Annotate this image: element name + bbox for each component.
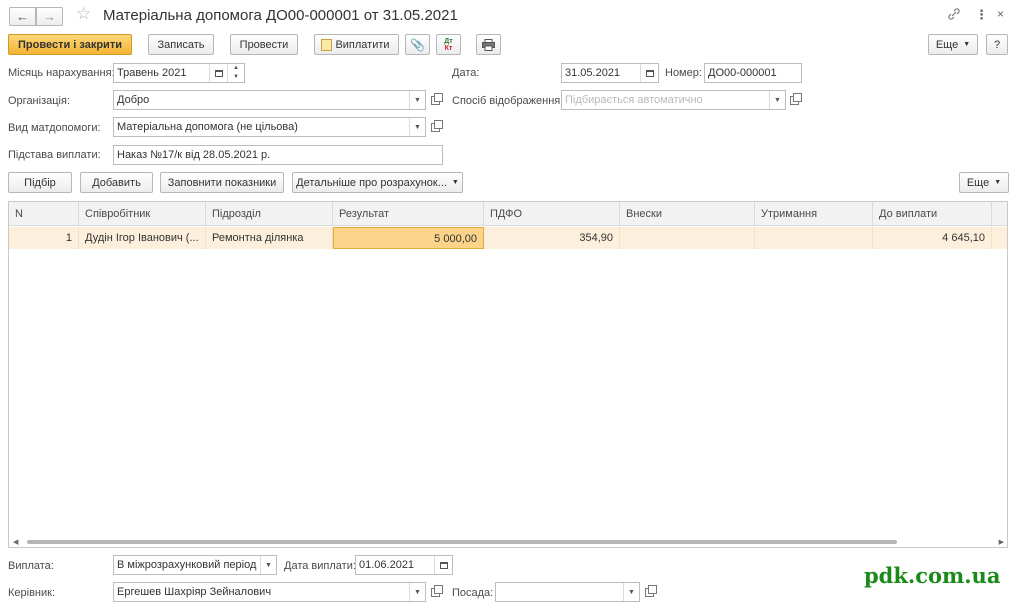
month-field[interactable]: Травень 2021 ▲ ▼: [113, 63, 245, 83]
more-vert-icon[interactable]: ⋮: [975, 7, 988, 23]
attach-button[interactable]: 📎: [405, 34, 430, 55]
fill-indicators-button[interactable]: Заповнити показники: [160, 172, 284, 193]
post-button[interactable]: Провести: [230, 34, 298, 55]
cell-department[interactable]: Ремонтна ділянка: [206, 227, 333, 249]
position-field[interactable]: ▼: [495, 582, 640, 602]
calendar-icon: [439, 561, 448, 569]
organization-label: Організація:: [8, 95, 70, 107]
payment-label: Виплата:: [8, 560, 54, 572]
calendar-button[interactable]: [209, 64, 227, 82]
paperclip-icon: 📎: [410, 37, 425, 52]
scroll-left-icon[interactable]: ◀: [13, 538, 18, 546]
chevron-down-icon: ▼: [963, 41, 971, 48]
page-title: Матеріальна допомога ДО00-000001 от 31.0…: [103, 7, 458, 24]
forward-button[interactable]: →: [36, 7, 63, 26]
column-header-employee[interactable]: Співробітник: [79, 202, 206, 226]
head-open-button[interactable]: [427, 582, 443, 602]
column-header-result[interactable]: Результат: [333, 202, 484, 226]
employees-table[interactable]: N Співробітник Підрозділ Результат ПДФО …: [8, 201, 1008, 548]
month-spinner[interactable]: ▲ ▼: [227, 64, 244, 82]
organization-open-button[interactable]: [427, 90, 443, 110]
debit-credit-button[interactable]: Дт Кт: [436, 34, 461, 55]
dropdown-arrow-icon[interactable]: ▼: [409, 583, 425, 601]
chevron-down-icon: ▼: [994, 179, 1002, 186]
dropdown-arrow-icon[interactable]: ▼: [260, 556, 276, 574]
print-button[interactable]: [476, 34, 501, 55]
cell-to-pay[interactable]: 4 645,10: [873, 227, 992, 249]
date-label: Дата:: [452, 67, 480, 79]
pay-button[interactable]: Виплатити: [314, 34, 399, 55]
organization-field[interactable]: Добро ▼: [113, 90, 426, 110]
head-field[interactable]: Ергешев Шахріяр Зейналович ▼: [113, 582, 426, 602]
number-label: Номер:: [665, 67, 702, 79]
table-row[interactable]: 1 Дудін Ігор Іванович (... Ремонтна діля…: [9, 227, 1007, 249]
chevron-down-icon: ▼: [451, 179, 459, 186]
display-mode-open-button[interactable]: [786, 90, 802, 110]
cell-deductions[interactable]: [755, 227, 873, 249]
dropdown-arrow-icon[interactable]: ▼: [623, 583, 639, 601]
column-header-to-pay[interactable]: До виплати: [873, 202, 992, 226]
display-mode-label: Спосіб відображення:: [452, 95, 564, 107]
aid-type-label: Вид матдопомоги:: [8, 122, 101, 134]
select-button[interactable]: Підбір: [8, 172, 72, 193]
cell-employee[interactable]: Дудін Ігор Іванович (...: [79, 227, 206, 249]
link-icon[interactable]: [947, 7, 961, 21]
debit-credit-icon: Дт Кт: [444, 37, 453, 52]
payment-basis-field[interactable]: Наказ №17/к від 28.05.2021 р.: [113, 145, 443, 165]
open-window-icon: [430, 119, 443, 132]
aid-type-open-button[interactable]: [427, 117, 443, 137]
scroll-right-icon[interactable]: ▶: [999, 538, 1004, 546]
open-window-icon: [430, 92, 443, 105]
open-window-icon: [430, 584, 443, 597]
cell-pdfo[interactable]: 354,90: [484, 227, 620, 249]
site-watermark: pdk.com.ua: [864, 563, 1001, 588]
column-header-department[interactable]: Підрозділ: [206, 202, 333, 226]
head-label: Керівник:: [8, 587, 56, 599]
calendar-icon: [645, 69, 654, 77]
add-button[interactable]: Добавить: [80, 172, 153, 193]
table-more-button[interactable]: Еще ▼: [959, 172, 1009, 193]
payment-basis-label: Підстава виплати:: [8, 149, 101, 161]
column-header-contributions[interactable]: Внески: [620, 202, 755, 226]
more-button[interactable]: Еще ▼: [928, 34, 978, 55]
post-and-close-button[interactable]: Провести і закрити: [8, 34, 132, 55]
scrollbar-thumb[interactable]: [27, 540, 897, 544]
payment-date-field[interactable]: 01.06.2021: [355, 555, 453, 575]
cell-result[interactable]: 5 000,00: [333, 227, 484, 249]
column-header-pdfo[interactable]: ПДФО: [484, 202, 620, 226]
payment-field[interactable]: В міжрозрахунковий період ▼: [113, 555, 277, 575]
payment-date-label: Дата виплати:: [284, 560, 356, 572]
aid-type-field[interactable]: Матеріальна допомога (не цільова) ▼: [113, 117, 426, 137]
date-calendar-button[interactable]: [640, 64, 658, 82]
arrow-left-icon: ←: [16, 9, 29, 24]
calculation-details-button[interactable]: Детальніше про розрахунок... ▼: [292, 172, 463, 193]
position-label: Посада:: [452, 587, 494, 599]
table-header: N Співробітник Підрозділ Результат ПДФО …: [9, 202, 1007, 226]
number-field[interactable]: ДО00-000001: [704, 63, 802, 83]
cell-n[interactable]: 1: [9, 227, 79, 249]
date-field[interactable]: 31.05.2021: [561, 63, 659, 83]
star-icon[interactable]: ☆: [76, 4, 91, 24]
position-open-button[interactable]: [641, 582, 657, 602]
save-button[interactable]: Записать: [148, 34, 214, 55]
back-button[interactable]: ←: [9, 7, 36, 26]
arrow-right-icon: →: [43, 9, 56, 24]
calendar-icon: [214, 69, 223, 77]
display-mode-field[interactable]: Підбирається автоматично ▼: [561, 90, 786, 110]
column-header-deductions[interactable]: Утримання: [755, 202, 873, 226]
dropdown-arrow-icon[interactable]: ▼: [409, 91, 425, 109]
horizontal-scrollbar[interactable]: ◀ ▶: [9, 537, 1007, 547]
close-icon[interactable]: ×: [997, 7, 1004, 21]
column-header-n[interactable]: N: [9, 202, 79, 226]
dropdown-arrow-icon[interactable]: ▼: [769, 91, 785, 109]
payment-date-calendar-button[interactable]: [434, 556, 452, 574]
cell-contributions[interactable]: [620, 227, 755, 249]
month-label: Місяць нарахування:: [8, 67, 115, 79]
dropdown-arrow-icon[interactable]: ▼: [409, 118, 425, 136]
open-window-icon: [644, 584, 657, 597]
help-button[interactable]: ?: [986, 34, 1008, 55]
document-pay-icon: [321, 39, 332, 51]
open-window-icon: [789, 92, 802, 105]
printer-icon: [482, 38, 495, 51]
